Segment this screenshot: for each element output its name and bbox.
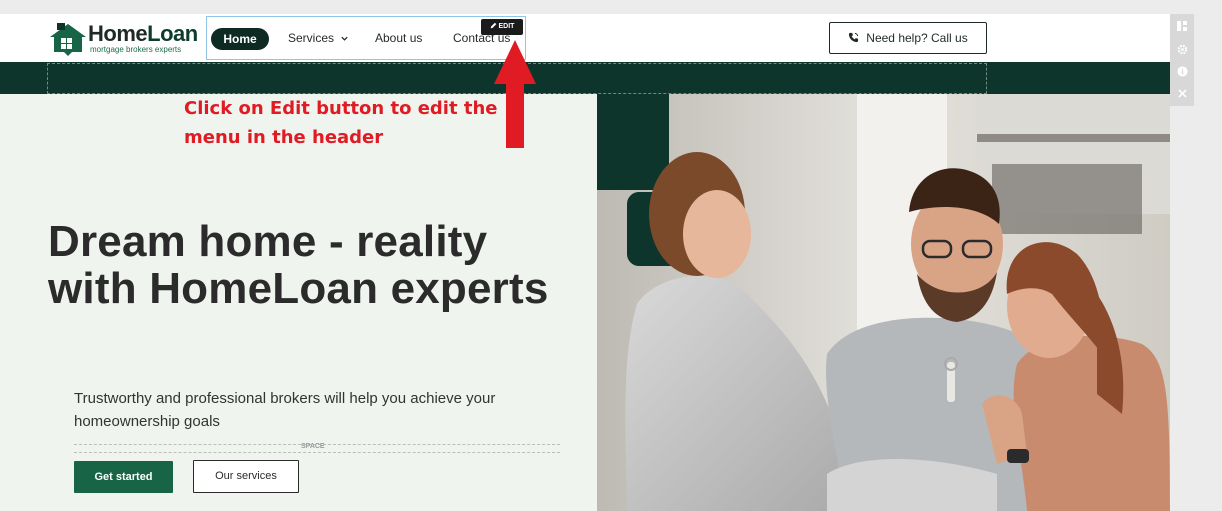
red-arrow-icon <box>494 40 536 148</box>
nav-item-services[interactable]: Services <box>288 31 349 45</box>
hero-title: Dream home - reality with HomeLoan exper… <box>48 217 549 313</box>
hero-subtitle: Trustworthy and professional brokers wil… <box>74 390 496 430</box>
info-icon[interactable] <box>1170 60 1194 82</box>
site-header: HomeLoan mortgage brokers experts Home S… <box>0 14 1170 62</box>
pencil-icon <box>490 22 496 29</box>
editor-toolbar <box>1170 14 1194 106</box>
nav-item-services-label: Services <box>288 31 335 45</box>
edit-instruction-annotation: Click on Edit button to edit the menu in… <box>184 98 498 148</box>
close-icon[interactable] <box>1170 82 1194 104</box>
call-us-button[interactable]: Need help? Call us <box>829 22 987 54</box>
phone-icon <box>849 32 859 43</box>
page-canvas: HomeLoan mortgage brokers experts Home S… <box>0 14 1170 511</box>
editor-top-strip <box>0 0 1222 14</box>
space-label: SPACE <box>301 443 325 450</box>
editor-right-strip <box>1194 14 1222 511</box>
nav-item-home[interactable]: Home <box>211 28 269 50</box>
our-services-button[interactable]: Our services <box>193 460 299 493</box>
edit-menu-button[interactable]: EDIT <box>481 19 523 35</box>
hero-photo-illustration <box>597 94 1170 511</box>
hero-photo <box>597 94 1170 511</box>
house-logo-icon <box>50 23 86 56</box>
get-started-button[interactable]: Get started <box>74 461 173 493</box>
edit-menu-label: EDIT <box>498 23 515 30</box>
homeloan-logo[interactable]: HomeLoan mortgage brokers experts <box>48 20 198 60</box>
call-us-label: Need help? Call us <box>866 31 968 45</box>
logo-tagline: mortgage brokers experts <box>90 45 182 54</box>
chevron-down-icon <box>341 37 349 42</box>
nav-item-about[interactable]: About us <box>375 31 422 45</box>
logo-wordmark: HomeLoan <box>88 21 198 46</box>
settings-icon[interactable] <box>1170 38 1194 60</box>
layout-icon[interactable] <box>1170 15 1194 37</box>
